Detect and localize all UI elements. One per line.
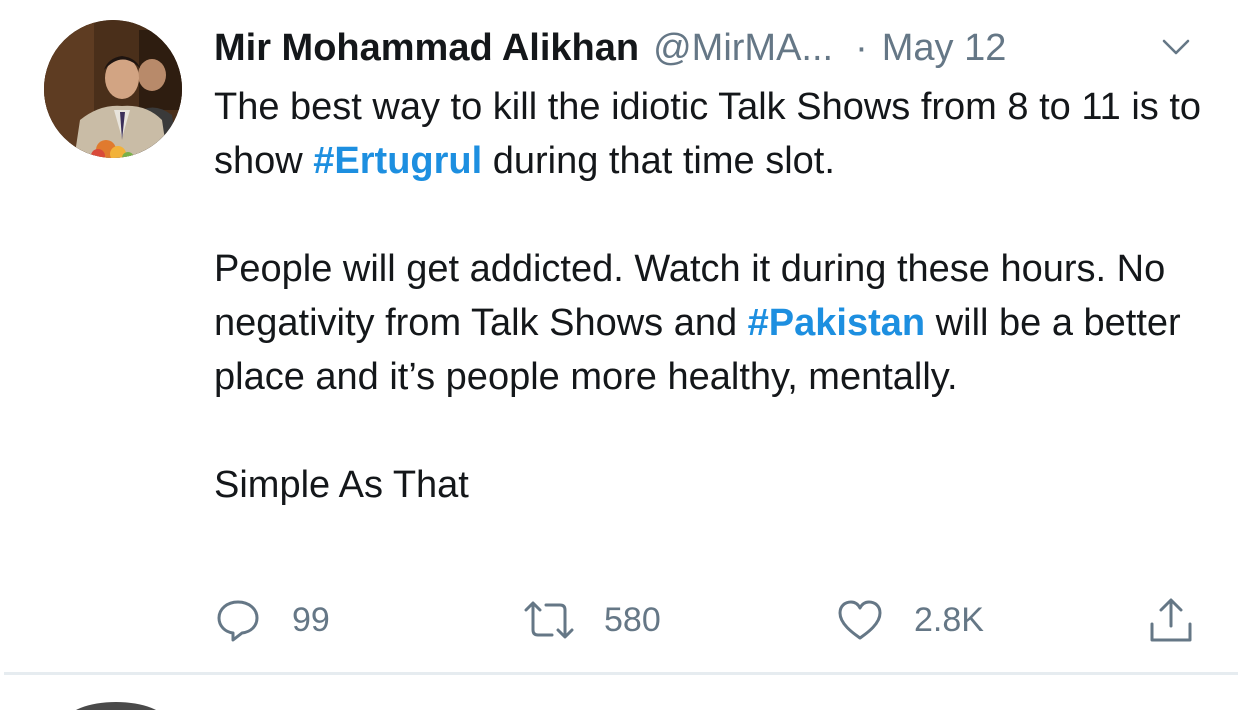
share-icon xyxy=(1150,598,1192,642)
retweet-button[interactable]: 580 xyxy=(522,590,661,650)
avatar[interactable] xyxy=(44,20,182,158)
hashtag-link[interactable]: #Pakistan xyxy=(748,302,925,344)
tweet-paragraph-3: Simple As That xyxy=(214,464,469,506)
user-handle[interactable]: @MirMA... xyxy=(653,27,833,70)
like-count: 2.8K xyxy=(914,600,984,639)
tweet-divider xyxy=(4,672,1238,675)
tweet-actions: 99 580 2.8K xyxy=(0,590,1242,650)
next-tweet-avatar[interactable] xyxy=(66,702,166,710)
share-button[interactable] xyxy=(1146,590,1196,650)
tweet-paragraph-2: People will get addicted. Watch it durin… xyxy=(214,248,1181,398)
hashtag-link[interactable]: #Ertugrul xyxy=(313,140,482,182)
chevron-down-icon xyxy=(1162,39,1190,55)
tweet-paragraph-1: The best way to kill the idiotic Talk Sh… xyxy=(214,86,1202,182)
like-button[interactable]: 2.8K xyxy=(836,590,984,650)
reply-count: 99 xyxy=(292,600,330,639)
heart-icon xyxy=(838,600,882,640)
tweet-text: The best way to kill the idiotic Talk Sh… xyxy=(214,80,1204,512)
reply-button[interactable]: 99 xyxy=(214,590,330,650)
more-options-button[interactable] xyxy=(1156,30,1196,64)
tweet[interactable]: Mir Mohammad Alikhan @MirMA... · May 12 … xyxy=(0,0,1242,710)
retweet-icon xyxy=(524,601,574,639)
tweet-date[interactable]: May 12 xyxy=(882,27,1007,70)
display-name[interactable]: Mir Mohammad Alikhan xyxy=(214,27,639,70)
avatar-photo xyxy=(44,20,182,158)
retweet-count: 580 xyxy=(604,600,661,639)
tweet-header: Mir Mohammad Alikhan @MirMA... · May 12 xyxy=(214,22,1006,74)
separator-dot: · xyxy=(855,26,868,69)
reply-icon xyxy=(217,600,259,642)
